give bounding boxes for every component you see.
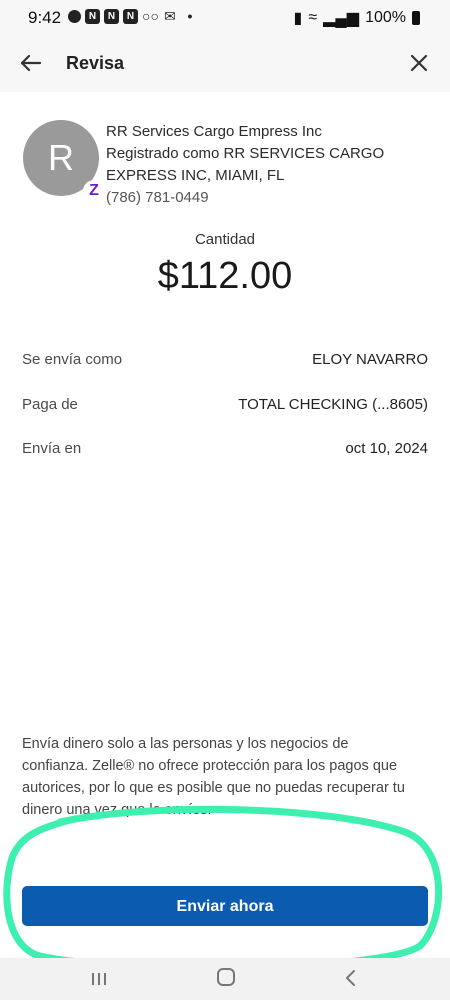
battery-saver-icon: ▮ <box>293 10 303 27</box>
nyt-icon: N <box>123 9 138 24</box>
signal-icon: ▂▄▆ <box>323 10 360 27</box>
page-title: Revisa <box>66 53 125 73</box>
notification-icons: N N N ○○ ✉ • <box>68 9 198 24</box>
amount-label: Cantidad <box>194 231 256 248</box>
recipient-name: RR Services Cargo Empress Inc <box>106 123 322 140</box>
recipient-info: RR Services Cargo Empress Inc Registrado… <box>106 121 426 209</box>
back-nav-icon[interactable] <box>342 968 360 988</box>
battery-icon <box>412 11 420 25</box>
amount-value: $112.00 <box>157 255 293 297</box>
send-now-button[interactable]: Enviar ahora <box>22 886 428 926</box>
home-icon[interactable] <box>216 967 236 987</box>
voicemail-icon: ○○ <box>142 8 159 24</box>
detail-label: Paga de <box>22 396 78 413</box>
back-arrow-icon[interactable] <box>16 48 46 78</box>
wifi-icon: ≈ <box>308 9 318 26</box>
app-bar: Revisa <box>0 36 450 92</box>
status-time: 9:42 <box>28 8 62 27</box>
dot-icon: • <box>187 8 193 24</box>
mail-icon: ✉ <box>164 8 176 24</box>
chat-icon <box>68 10 81 23</box>
recipient-phone: (786) 781-0449 <box>106 189 209 206</box>
zelle-icon: Z <box>83 180 105 202</box>
zelle-disclaimer: Envía dinero solo a las personas y los n… <box>22 736 405 818</box>
system-status: ▮ ≈ ▂▄▆ 100% <box>294 8 420 28</box>
battery-text: 100% <box>365 9 406 26</box>
detail-value: ELOY NAVARRO <box>312 351 428 368</box>
detail-label: Se envía como <box>22 351 123 368</box>
nyt-icon: N <box>104 9 119 24</box>
recipient-registered-line1: Registrado como RR SERVICES CARGO <box>106 145 385 162</box>
detail-value: oct 10, 2024 <box>345 440 428 457</box>
detail-value: TOTAL CHECKING (...8605) <box>238 396 428 413</box>
recipient-registered-line2: EXPRESS INC, MIAMI, FL <box>106 167 285 184</box>
detail-row-sent-as: Se envía como ELOY NAVARRO <box>22 351 428 375</box>
system-nav-bar <box>0 958 450 1000</box>
status-bar: 9:42 N N N ○○ ✉ • ▮ ≈ ▂▄▆ 100% <box>0 0 450 36</box>
detail-row-pay-from: Paga de TOTAL CHECKING (...8605) <box>22 396 428 420</box>
detail-row-send-on: Envía en oct 10, 2024 <box>22 440 428 464</box>
close-icon[interactable] <box>404 48 434 78</box>
detail-label: Envía en <box>22 440 82 457</box>
nyt-icon: N <box>85 9 100 24</box>
recent-apps-icon[interactable] <box>88 970 110 988</box>
